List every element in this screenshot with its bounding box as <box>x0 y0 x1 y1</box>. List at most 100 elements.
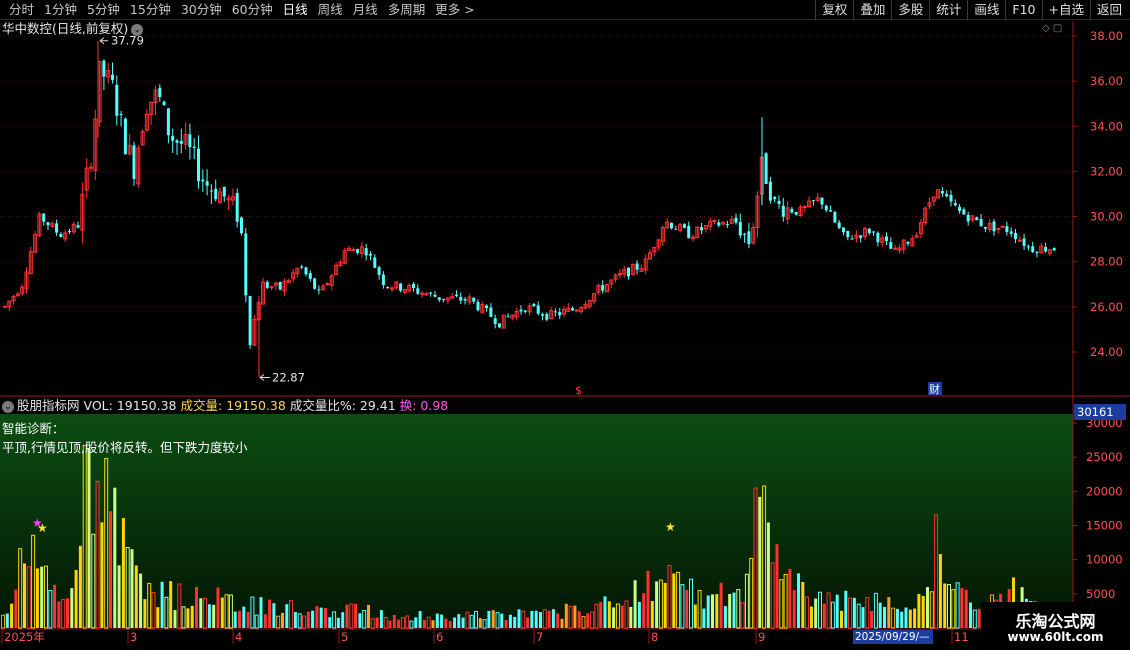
window-icon[interactable]: ▢ <box>1053 23 1062 34</box>
volume-bar <box>53 584 57 628</box>
price-panel-bg <box>0 21 1073 396</box>
volume-bar <box>268 599 272 628</box>
volume-bar <box>272 603 276 628</box>
volume-bar <box>242 606 246 628</box>
candle-body <box>377 267 381 275</box>
volume-bar <box>732 592 736 628</box>
chevron-down-icon[interactable]: ⌄ <box>131 23 144 36</box>
candle-body <box>386 286 390 288</box>
candle-body <box>308 273 312 279</box>
candle-body <box>442 298 446 300</box>
time-tick-label: 7 <box>536 630 543 644</box>
candle-body <box>1052 247 1056 251</box>
volume-bar <box>285 604 289 628</box>
candle-body <box>885 236 888 242</box>
candle-body <box>437 297 441 300</box>
highlight-date-badge: 2025/09/29/— <box>853 630 933 644</box>
chevron-down-icon[interactable]: ⌄ <box>2 400 14 413</box>
candle-body <box>781 205 785 217</box>
candle-body <box>773 196 777 200</box>
candle-body <box>416 288 420 294</box>
volume-bar <box>422 619 426 628</box>
volume-bar <box>809 606 813 628</box>
candle-body <box>102 60 106 77</box>
volume-bar <box>281 612 284 628</box>
volume-bar <box>573 605 577 628</box>
volume-bar <box>207 604 211 628</box>
candle-body <box>811 200 815 202</box>
candle-body <box>571 308 575 311</box>
volume-bar <box>530 610 534 628</box>
volume-bar <box>57 601 61 628</box>
volume-bar <box>788 568 792 628</box>
candle-body <box>966 214 970 222</box>
price-panel[interactable] <box>0 21 1073 396</box>
volume-bar <box>921 595 925 628</box>
volume-bar <box>663 582 667 628</box>
volume-bar <box>534 610 538 628</box>
volume-bar <box>852 597 856 628</box>
candle-body <box>412 283 415 289</box>
volume-bar <box>964 589 968 628</box>
ratio-label: 成交量比%: <box>289 398 356 413</box>
indicator-name[interactable]: 股朋指标网 <box>17 398 80 413</box>
volume-bar <box>844 590 848 628</box>
candle-body <box>42 213 46 222</box>
candle-body <box>205 181 209 186</box>
candle-body <box>89 166 93 169</box>
volume-bar <box>354 603 358 628</box>
price-chart-title[interactable]: 华中数控(日线,前复权) ⌄ <box>2 21 144 37</box>
volume-bar <box>551 609 555 628</box>
candle-body <box>553 311 557 313</box>
candle-body <box>635 263 639 270</box>
candle-body <box>687 225 691 239</box>
volume-bar <box>870 611 874 628</box>
candle-body <box>476 302 480 311</box>
candle-body <box>627 267 630 277</box>
candle-body <box>119 114 123 116</box>
diamond-icon[interactable]: ◇ <box>1042 23 1050 34</box>
candle-body <box>429 292 433 294</box>
candle-body <box>996 227 1001 230</box>
watermark-url: www.60lt.com <box>1007 630 1104 644</box>
volume-bar <box>319 607 323 628</box>
volume-bar <box>969 602 972 628</box>
candle-body <box>674 228 678 230</box>
volume-bar <box>603 596 607 628</box>
candle-body <box>132 145 136 180</box>
volume-bar <box>100 522 104 628</box>
candle-body <box>962 209 966 215</box>
volume-bar <box>715 594 719 628</box>
volume-bar <box>861 607 865 628</box>
watermark-logo: 乐淘公式网 www.60lt.com <box>981 602 1130 650</box>
volume-bar <box>328 617 332 628</box>
volume-bar <box>220 597 224 628</box>
candle-body <box>867 228 871 234</box>
price-tick-label: 38.00 <box>1090 29 1123 43</box>
volume-bar <box>775 544 779 628</box>
volume-bar <box>504 619 508 628</box>
candle-body <box>369 253 372 256</box>
volume-bar <box>121 518 125 628</box>
candle-body <box>455 294 458 297</box>
volume-tick-label: 20000 <box>1086 484 1123 498</box>
volume-bar <box>397 619 401 628</box>
volume-bar <box>238 610 241 628</box>
candle-body <box>536 305 540 314</box>
volume-bar <box>453 617 456 628</box>
volume-bar <box>14 589 18 628</box>
candle-body <box>222 186 226 197</box>
price-tick-label: 24.00 <box>1090 345 1123 359</box>
ratio-value: 29.41 <box>359 398 396 413</box>
candle-body <box>1014 232 1017 240</box>
volume-bar <box>513 616 517 628</box>
volume-bar <box>797 573 800 628</box>
candle-body <box>820 197 824 205</box>
candle-body <box>747 231 751 244</box>
candle-body <box>1000 225 1005 228</box>
time-tick-label: 3 <box>130 630 137 644</box>
volume-bar <box>341 612 345 628</box>
candle-body <box>472 297 476 302</box>
volume-bar <box>212 604 216 628</box>
volume-bar <box>78 545 82 628</box>
